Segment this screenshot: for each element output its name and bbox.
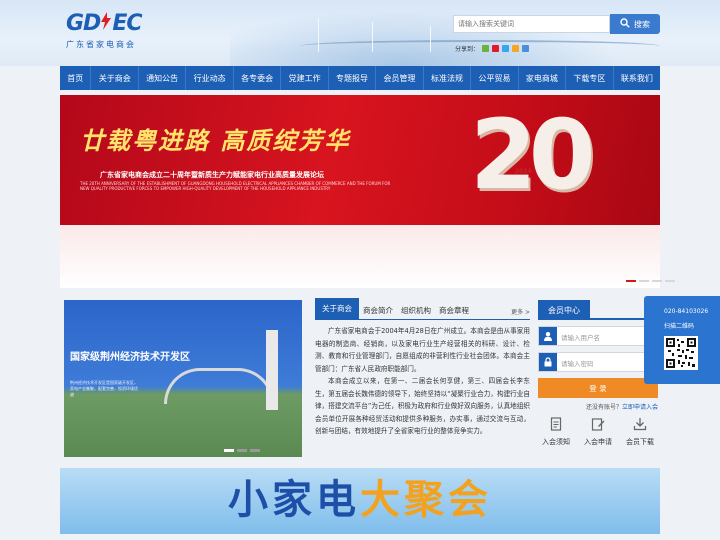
lightning-bolt-icon (100, 11, 112, 36)
promo-banner[interactable]: 小家电大聚会 (60, 468, 660, 534)
carousel-dot[interactable] (665, 280, 675, 282)
tower-graphic (266, 330, 278, 410)
apply-membership-link[interactable]: 立即申请入会 (622, 404, 658, 411)
photo-dot[interactable] (224, 449, 234, 452)
gate-graphic (164, 368, 274, 404)
share-more-icon[interactable] (522, 45, 530, 52)
share-label: 分享到： (455, 46, 480, 53)
nav-item-home[interactable]: 首页 (60, 66, 92, 90)
header-background-art (230, 0, 660, 66)
search-button[interactable]: 搜索 (610, 14, 660, 34)
login-button[interactable]: 登 录 (538, 378, 658, 398)
carousel-indicators (626, 280, 675, 282)
membership-apply-link[interactable]: 入会申请 (580, 417, 616, 447)
member-download-link[interactable]: 会员下载 (622, 417, 658, 447)
password-placeholder: 请输入密码 (561, 360, 594, 368)
edit-icon (591, 418, 605, 431)
tab-about[interactable]: 关于商会 (315, 298, 359, 319)
nav-item-committees[interactable]: 各专委会 (234, 66, 282, 90)
nav-item-industry-news[interactable]: 行业动态 (186, 66, 234, 90)
promo-text-part-b: 大聚会 (360, 476, 492, 523)
download-icon (633, 418, 647, 431)
about-tabs: 关于商会 商会简介 组织机构 商会章程 更多 > (315, 298, 530, 320)
carousel-dot[interactable] (626, 280, 636, 282)
member-download-label: 会员下载 (626, 438, 654, 446)
nav-item-membership[interactable]: 会员管理 (376, 66, 424, 90)
photo-indicators (224, 449, 260, 452)
membership-notice-label: 入会须知 (542, 438, 570, 446)
nav-item-party-building[interactable]: 党建工作 (281, 66, 329, 90)
main-nav: 首页 关于商会 通知公告 行业动态 各专委会 党建工作 专题报导 会员管理 标准… (60, 66, 660, 90)
more-link[interactable]: 更多 > (511, 307, 530, 319)
hero-slide-image[interactable]: 廿载粤进路 高质绽芳华 广东省家电商会成立二十周年暨新质生产力赋能家电行业高质量… (60, 95, 660, 225)
scan-qr-label: 扫描二维码 (664, 323, 695, 330)
photo-sign-text: 国家级荆州经济技术开发区 (70, 352, 190, 363)
turbine-graphic (318, 18, 319, 52)
turbine-graphic (430, 26, 431, 52)
nav-item-fair-trade[interactable]: 公平贸易 (471, 66, 519, 90)
photo-caption: 荆州经济技术开发区是国家级开发区，家电产业集聚，配套完善，投资环境优越 (70, 380, 138, 397)
search-button-label: 搜索 (634, 19, 650, 29)
logo-mark-right: EC (112, 11, 142, 36)
share-bar: 分享到： (455, 44, 530, 53)
hero-slide-lower (60, 225, 660, 288)
membership-apply-label: 入会申请 (584, 438, 612, 446)
password-field[interactable]: 请输入密码 (538, 352, 658, 372)
promo-text-part-a: 小家电 (228, 476, 360, 523)
qr-code (664, 336, 698, 370)
hero-title: 廿载粤进路 高质绽芳华 (80, 126, 351, 155)
logo-mark: GD EC (66, 11, 143, 36)
lock-icon (539, 353, 557, 371)
nav-item-mall[interactable]: 家电商城 (519, 66, 567, 90)
member-quick-links: 入会须知 入会申请 会员下载 (538, 417, 658, 447)
carousel-dot[interactable] (639, 280, 649, 282)
site-logo[interactable]: GD EC 广东省家电商会 (66, 11, 143, 50)
username-placeholder: 请输入用户名 (561, 334, 600, 342)
membership-notice-link[interactable]: 入会须知 (538, 417, 574, 447)
share-qzone-icon[interactable] (512, 45, 520, 52)
share-weibo-icon[interactable] (492, 45, 500, 52)
contact-phone: 020-84103026 (664, 308, 709, 315)
share-wechat-icon[interactable] (482, 45, 490, 52)
hero-subtitle: 广东省家电商会成立二十周年暨新质生产力赋能家电行业高质量发展论坛 (100, 171, 324, 179)
about-panel: 关于商会 商会简介 组织机构 商会章程 更多 > 广东省家电商会于2004年4月… (315, 298, 530, 457)
logo-mark-left: GD (66, 11, 101, 36)
logo-subtitle: 广东省家电商会 (66, 40, 136, 49)
member-center-header: 会员中心 (538, 300, 658, 320)
nav-item-about[interactable]: 关于商会 (91, 66, 139, 90)
photo-dot[interactable] (250, 449, 260, 452)
no-account-text: 还没有账号？ (585, 404, 622, 411)
about-paragraph: 本商会成立以来，在第一、二届会长何享健，第三、四届会长李东生，第五届会长魏伟德的… (315, 377, 530, 435)
nav-item-contact[interactable]: 联系我们 (614, 66, 660, 90)
document-icon (550, 417, 562, 431)
share-qq-icon[interactable] (502, 45, 510, 52)
feature-photo[interactable]: 国家级荆州经济技术开发区 荆州经济技术开发区是国家级开发区，家电产业集聚，配套完… (64, 300, 302, 457)
register-line: 还没有账号？立即申请入会 (538, 402, 658, 411)
nav-item-downloads[interactable]: 下载专区 (566, 66, 614, 90)
username-field[interactable]: 请输入用户名 (538, 326, 658, 346)
nav-item-special-reports[interactable]: 专题报导 (329, 66, 377, 90)
floating-contact-panel[interactable]: 020-84103026 扫描二维码 (644, 296, 720, 384)
search-input[interactable] (453, 15, 610, 33)
user-icon (539, 327, 557, 345)
about-body: 广东省家电商会于2004年4月28日在广州成立。本商会是由从事家用电器的制造商、… (315, 320, 530, 438)
about-paragraph: 广东省家电商会于2004年4月28日在广州成立。本商会是由从事家用电器的制造商、… (315, 327, 530, 373)
tab-introduction[interactable]: 商会简介 (359, 302, 397, 319)
carousel-dot[interactable] (652, 280, 662, 282)
nav-item-standards[interactable]: 标准法规 (424, 66, 472, 90)
member-center: 会员中心 请输入用户名 请输入密码 登 录 还没有账号？立即申请入会 入会须知 … (538, 300, 658, 457)
promo-text: 小家电大聚会 (60, 474, 660, 526)
hero-anniversary-number: 20 (470, 99, 596, 211)
tab-charter[interactable]: 商会章程 (435, 302, 473, 319)
site-header: GD EC 广东省家电商会 搜索 分享到： (0, 0, 720, 66)
nav-item-notices[interactable]: 通知公告 (139, 66, 187, 90)
search-icon (620, 18, 630, 30)
hero-carousel[interactable]: 廿载粤进路 高质绽芳华 广东省家电商会成立二十周年暨新质生产力赋能家电行业高质量… (60, 95, 675, 288)
photo-dot[interactable] (237, 449, 247, 452)
hero-subtitle-english: THE 20TH ANNIVERSARY OF THE ESTABLISHMEN… (80, 181, 391, 191)
turbine-graphic (372, 22, 373, 52)
hero-year: 2024 (515, 168, 532, 175)
member-center-title: 会员中心 (538, 300, 590, 320)
tab-organization[interactable]: 组织机构 (397, 302, 435, 319)
